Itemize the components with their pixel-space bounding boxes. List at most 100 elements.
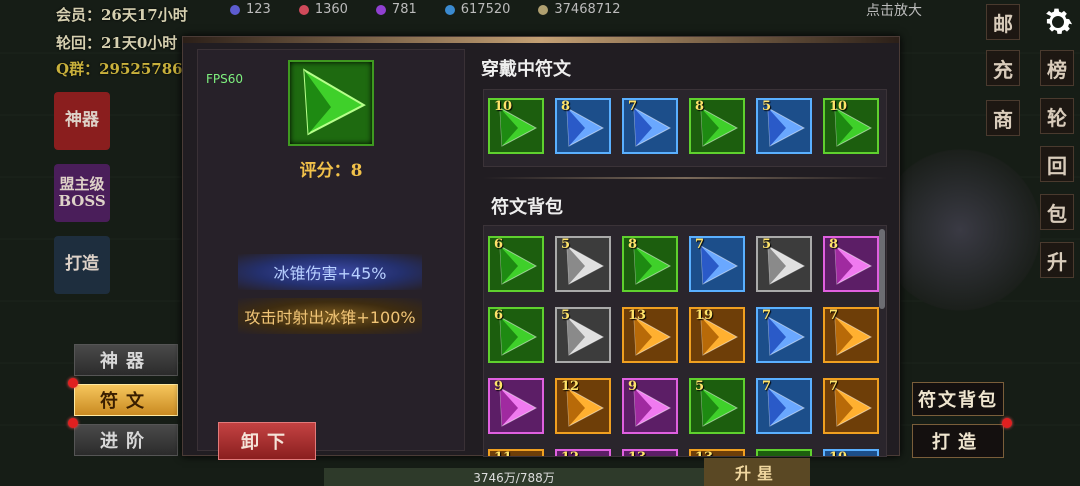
upstar-button[interactable]: 升星 <box>704 458 810 486</box>
rune-level: 10 <box>829 99 848 114</box>
rune-slot[interactable]: 6 <box>488 307 544 363</box>
currency-item: 37468712 <box>538 2 621 17</box>
rune-level: 5 <box>561 308 571 323</box>
rune-level: 5 <box>762 99 772 114</box>
rune-slot[interactable]: 8 <box>823 236 879 292</box>
notify-dot <box>68 418 78 428</box>
rune-slot[interactable]: 11 <box>488 449 544 456</box>
rune-level: 19 <box>695 308 714 323</box>
right-menu-button[interactable]: 榜 <box>1040 50 1074 86</box>
rune-slot[interactable] <box>756 449 812 456</box>
rune-level: 7 <box>829 308 839 323</box>
rune-slot[interactable]: 7 <box>756 378 812 434</box>
right-menu-button[interactable]: 邮 <box>986 4 1020 40</box>
rune-slot[interactable]: 13 <box>622 307 678 363</box>
rune-bag-button[interactable]: 符文背包 <box>912 382 1004 416</box>
rune-bag-grid: 6 5 8 7 5 8 6 5 13 19 7 7 9 12 9 5 7 7 11 12 13 13 10 <box>483 225 887 457</box>
rune-slot[interactable]: 5 <box>689 378 745 434</box>
cycle-info: 轮回：21天0小时 <box>56 34 178 52</box>
rune-level: 5 <box>695 379 705 394</box>
rune-level: 8 <box>561 99 571 114</box>
currency-item: 781 <box>375 2 417 17</box>
rune-slot[interactable]: 5 <box>555 236 611 292</box>
rune-level: 12 <box>561 450 579 456</box>
rune-level: 7 <box>829 379 839 394</box>
right-menu-button[interactable]: 充 <box>986 50 1020 86</box>
rune-level: 6 <box>494 308 504 323</box>
rune-slot[interactable]: 19 <box>689 307 745 363</box>
exp-bar: 3746万/788万 <box>324 468 704 486</box>
rune-slot[interactable]: 10 <box>823 449 879 456</box>
rune-level: 8 <box>829 237 839 252</box>
rune-slot[interactable]: 8 <box>555 98 611 154</box>
rune-slot[interactable]: 7 <box>622 98 678 154</box>
notify-dot <box>1002 418 1012 428</box>
attribute-line: 冰锥伤害+45% <box>238 254 422 290</box>
rune-level: 5 <box>762 237 772 252</box>
rune-slot[interactable]: 7 <box>823 307 879 363</box>
rune-level: 10 <box>494 99 513 114</box>
gear-icon[interactable] <box>1040 4 1076 40</box>
rune-slot[interactable]: 12 <box>555 378 611 434</box>
right-menu-button[interactable]: 商 <box>986 100 1020 136</box>
rune-slot[interactable]: 6 <box>488 236 544 292</box>
right-menu-button[interactable]: 包 <box>1040 194 1074 230</box>
rune-slot[interactable]: 7 <box>823 378 879 434</box>
right-menu-button[interactable]: 升 <box>1040 242 1074 278</box>
currency-icon <box>444 4 455 15</box>
rune-level: 8 <box>628 237 638 252</box>
currency-value: 781 <box>391 2 417 17</box>
rune-slot[interactable]: 13 <box>689 449 745 456</box>
rune-slot[interactable]: 13 <box>622 449 678 456</box>
qgroup-info: Q群：29525786 <box>56 60 183 78</box>
rune-level: 13 <box>628 308 647 323</box>
rune-level: 7 <box>695 237 705 252</box>
rune-level: 13 <box>695 450 713 456</box>
rune-slot[interactable]: 7 <box>689 236 745 292</box>
tab-artifact[interactable]: 神器 <box>74 344 178 376</box>
rune-score: 评分：8 <box>299 161 363 181</box>
rune-slot[interactable]: 5 <box>756 236 812 292</box>
rune-slot[interactable]: 10 <box>488 98 544 154</box>
rune-gem-icon <box>756 449 812 456</box>
right-menu-button[interactable]: 回 <box>1040 146 1074 182</box>
tab-advance[interactable]: 进阶 <box>74 424 178 456</box>
rune-slot[interactable]: 10 <box>823 98 879 154</box>
rune-level: 9 <box>628 379 638 394</box>
equipped-slots: 10 8 7 8 5 10 <box>483 89 887 167</box>
rune-slot[interactable]: 9 <box>622 378 678 434</box>
zoom-hint[interactable]: 点击放大 <box>866 0 922 20</box>
currency-item: 123 <box>230 2 271 17</box>
right-menu-button[interactable]: 轮 <box>1040 98 1074 134</box>
rune-level: 10 <box>829 450 847 456</box>
rune-slot[interactable]: 8 <box>622 236 678 292</box>
rune-slot[interactable]: 7 <box>756 307 812 363</box>
currency-value: 123 <box>246 2 271 17</box>
selected-rune-icon <box>288 60 374 146</box>
rune-slot[interactable]: 12 <box>555 449 611 456</box>
rune-slot[interactable]: 5 <box>555 307 611 363</box>
currency-item: 1360 <box>298 2 348 17</box>
rune-slot[interactable]: 8 <box>689 98 745 154</box>
notify-dot <box>68 378 78 388</box>
forge-button[interactable]: 打造 <box>912 424 1004 458</box>
member-info: 会员：26天17小时 <box>56 6 188 24</box>
bag-scrollbar[interactable] <box>879 229 885 309</box>
rune-slot[interactable]: 5 <box>756 98 812 154</box>
rune-slot[interactable]: 9 <box>488 378 544 434</box>
bag-title: 符文背包 <box>491 197 563 218</box>
forge-left-button[interactable]: 打造 <box>54 236 110 294</box>
rune-level: 6 <box>494 237 504 252</box>
artifact-button[interactable]: 神器 <box>54 92 110 150</box>
boss-button[interactable]: 盟主级BOSS <box>54 164 110 222</box>
currency-icon <box>230 4 240 15</box>
unequip-button[interactable]: 卸下 <box>218 422 316 460</box>
rune-level: 7 <box>762 379 772 394</box>
currency-value: 617520 <box>460 2 511 17</box>
currency-value: 37468712 <box>554 2 621 17</box>
tab-rune[interactable]: 符文 <box>74 384 178 416</box>
rune-detail-pane: FPS60 评分：8 冰锥伤害+45% 攻击时射出冰锥+100% 卸下 <box>197 49 465 460</box>
rune-level: 7 <box>628 99 638 114</box>
currency-value: 1360 <box>314 2 348 17</box>
currency-bar: 123 1360 781 617520 37468712 <box>230 2 621 17</box>
